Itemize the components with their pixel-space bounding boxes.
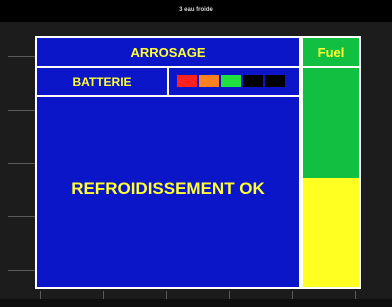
battery-row: BATTERIE (37, 68, 299, 97)
battery-label[interactable]: BATTERIE (37, 68, 169, 95)
fuel-header[interactable]: Fuel (303, 38, 359, 68)
scale-tick (8, 216, 36, 217)
fuel-gauge (303, 68, 359, 287)
cooling-status-text: REFROIDISSEMENT OK (71, 179, 265, 198)
window-title: 3 eau froide (179, 7, 213, 13)
scale-tick (8, 163, 36, 164)
battery-segment (199, 75, 219, 87)
scale-tick (8, 110, 36, 111)
irrigation-panel: ARROSAGE BATTERIE REFROIDISSEMENT OK (35, 36, 301, 289)
battery-segment (177, 75, 197, 87)
battery-level-indicator (177, 75, 285, 87)
fuel-level-fill (303, 177, 359, 287)
fuel-panel: Fuel (301, 36, 361, 289)
hmi-screen: 3 eau froide ARROSAGE BATTERIE REFROIDIS… (0, 0, 392, 307)
battery-segment (265, 75, 285, 87)
arrosage-header[interactable]: ARROSAGE (37, 38, 299, 68)
battery-segment (221, 75, 241, 87)
bottom-strip (0, 299, 392, 307)
scale-tick (8, 270, 36, 271)
battery-segment (243, 75, 263, 87)
scale-tick (8, 56, 36, 57)
window-titlebar: 3 eau froide (0, 0, 392, 22)
